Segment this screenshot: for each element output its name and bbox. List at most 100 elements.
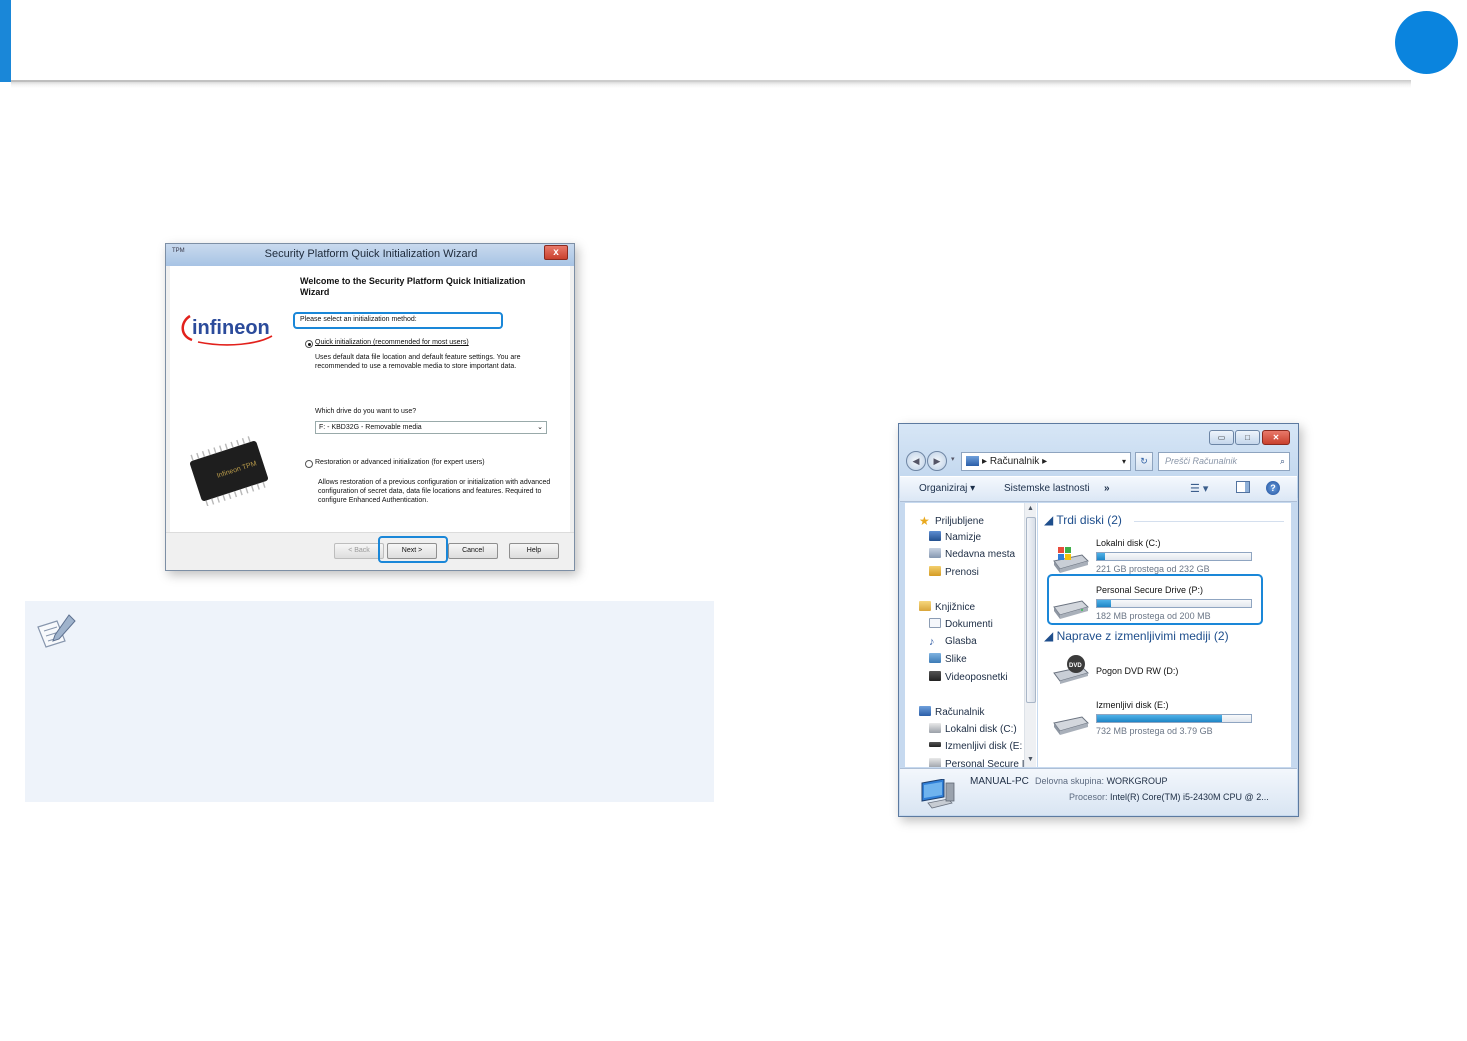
minimize-button[interactable]: ▭ — [1209, 430, 1234, 445]
nav-item-music[interactable]: ♪ Glasba — [929, 636, 977, 648]
header-rule-line — [11, 80, 1411, 82]
scroll-up-arrow-icon[interactable]: ▲ — [1027, 505, 1034, 512]
views-icon[interactable]: ☰ ▾ — [1190, 482, 1208, 495]
desktop-icon — [929, 531, 941, 541]
address-bar[interactable]: ▸ Računalnik ▸ ▾ — [961, 452, 1131, 471]
infineon-logo: infineon — [181, 314, 273, 346]
wizard-content: Welcome to the Security Platform Quick I… — [300, 276, 560, 504]
videos-icon — [929, 671, 941, 681]
hard-disk-icon — [929, 758, 941, 767]
computer-icon — [966, 456, 979, 467]
wizard-heading: Welcome to the Security Platform Quick I… — [300, 276, 526, 297]
nav-item-documents[interactable]: Dokumenti — [929, 618, 993, 630]
search-input[interactable]: Prešči Računalnik ⌕ — [1158, 452, 1290, 471]
advanced-init-description: Allows restoration of a previous configu… — [318, 479, 551, 504]
cancel-button[interactable]: Cancel — [448, 543, 498, 559]
navigation-pane: ★ Priljubljene Namizje Nedavna mesta Pren… — [905, 503, 1037, 767]
search-placeholder: Prešči Računalnik — [1165, 456, 1238, 466]
close-button[interactable]: ✕ — [1262, 430, 1290, 445]
drive-select-value: F: - KBD32G - Removable media — [319, 424, 422, 431]
nav-item-videos[interactable]: Videoposnetki — [929, 671, 1008, 683]
wizard-footer: < Back Next > Cancel Help — [166, 532, 574, 570]
forward-arrow-icon[interactable]: ▶ — [927, 451, 947, 471]
help-button[interactable]: Help — [509, 543, 559, 559]
group-removable[interactable]: ◢ Naprave z izmenljivimi mediji (2) — [1044, 629, 1229, 643]
system-properties-button[interactable]: Sistemske lastnosti — [1004, 483, 1090, 494]
svg-text:DVD: DVD — [1069, 663, 1082, 669]
nav-item-pictures[interactable]: Slike — [929, 653, 967, 665]
hard-disk-icon — [929, 723, 941, 733]
removable-disk-icon — [929, 742, 941, 747]
content-pane: ◢ Trdi diski (2) Lokalni disk (C:) 221 G… — [1038, 503, 1291, 767]
wizard-side-panel: infineon Infineon TPM — [170, 266, 284, 532]
wizard-title: Security Platform Quick Initialization W… — [264, 248, 478, 260]
nav-item-libraries[interactable]: Knjižnice — [919, 601, 975, 613]
refresh-icon[interactable]: ↻ — [1135, 452, 1153, 471]
nav-item-removable-e[interactable]: Izmenljivi disk (E: — [929, 741, 1022, 752]
nav-item-local-c[interactable]: Lokalni disk (C:) — [929, 723, 1017, 735]
history-dropdown-icon[interactable]: ▾ — [951, 455, 955, 463]
drive-usage-bar-e — [1096, 714, 1252, 723]
note-pencil-icon — [37, 614, 76, 648]
star-icon: ★ — [919, 514, 930, 528]
page-marker-circle — [1395, 11, 1458, 74]
documents-icon — [929, 618, 941, 628]
back-arrow-icon[interactable]: ◀ — [906, 451, 926, 471]
nav-item-desktop[interactable]: Namizje — [929, 531, 981, 543]
scroll-down-arrow-icon[interactable]: ▼ — [1027, 756, 1034, 763]
more-commands-button[interactable]: » — [1104, 483, 1110, 494]
infineon-logo-text: infineon — [192, 317, 270, 339]
back-button[interactable]: < Back — [334, 543, 384, 559]
maximize-button[interactable]: □ — [1235, 430, 1260, 445]
tpm-app-icon: TPM — [172, 248, 185, 254]
windows-drive-icon — [1053, 547, 1089, 573]
nav-scrollbar-thumb[interactable] — [1026, 517, 1036, 703]
address-dropdown-icon[interactable]: ▾ — [1122, 453, 1126, 470]
downloads-icon — [929, 566, 941, 576]
organize-menu[interactable]: Organiziraj ▾ — [919, 483, 975, 494]
drive-select[interactable]: F: - KBD32G - Removable media ⌄ — [315, 421, 547, 434]
help-icon[interactable]: ? — [1266, 481, 1280, 495]
drive-name-c[interactable]: Lokalni disk (C:) — [1096, 538, 1161, 548]
drive-name-e[interactable]: Izmenljivi disk (E:) — [1096, 700, 1169, 710]
nav-item-downloads[interactable]: Prenosi — [929, 566, 979, 578]
preview-pane-icon[interactable] — [1236, 481, 1250, 493]
processor-line: Procesor: Intel(R) Core(TM) i5-2430M CPU… — [1069, 792, 1269, 802]
music-icon: ♪ — [929, 636, 935, 648]
drive-usage-fill — [1097, 553, 1105, 560]
wizard-titlebar[interactable]: TPM Security Platform Quick Initializati… — [166, 244, 574, 266]
nav-item-recent[interactable]: Nedavna mesta — [929, 548, 1015, 560]
advanced-init-radio[interactable] — [305, 460, 313, 468]
wizard-body: infineon Infineon TPM Welcome to the Sec… — [170, 266, 570, 532]
nav-item-personal-secure[interactable]: Personal Secure I — [929, 758, 1025, 767]
quick-init-description: Uses default data file location and defa… — [315, 354, 521, 370]
wizard-window: TPM Security Platform Quick Initializati… — [165, 243, 575, 571]
computer-icon — [919, 706, 931, 716]
group-divider — [1134, 521, 1284, 522]
tpm-chip-image: Infineon TPM — [190, 436, 268, 506]
wizard-close-button[interactable]: x — [544, 245, 568, 260]
search-icon[interactable]: ⌕ — [1280, 453, 1285, 470]
explorer-window: ▭ □ ✕ ◀ ▶ ▾ ▸ Računalnik ▸ ▾ ↻ Prešči Ra… — [898, 423, 1299, 817]
drive-usage-bar-c — [1096, 552, 1252, 561]
note-box — [25, 601, 714, 802]
recent-places-icon — [929, 548, 941, 558]
quick-init-label[interactable]: Quick initialization (recommended for mo… — [315, 339, 469, 346]
computer-name: MANUAL-PC — [970, 776, 1029, 787]
group-hard-disks[interactable]: ◢ Trdi diski (2) — [1044, 513, 1122, 527]
drive-name-d[interactable]: Pogon DVD RW (D:) — [1096, 666, 1178, 676]
removable-drive-icon — [1053, 716, 1089, 735]
nav-scrollbar[interactable]: ▲ ▼ — [1024, 503, 1036, 767]
command-bar: Organiziraj ▾ Sistemske lastnosti » ☰ ▾ … — [900, 476, 1297, 502]
header-accent-bar — [0, 0, 11, 82]
nav-item-favorites[interactable]: ★ Priljubljene — [919, 514, 984, 528]
pictures-icon — [929, 653, 941, 663]
advanced-init-label[interactable]: Restoration or advanced initialization (… — [315, 459, 485, 466]
libraries-icon — [919, 601, 931, 611]
address-text: Računalnik — [989, 456, 1040, 467]
quick-init-radio[interactable] — [305, 340, 313, 348]
nav-item-computer[interactable]: Računalnik — [919, 706, 984, 718]
dvd-drive-icon: DVD — [1053, 655, 1089, 684]
drive-question-label: Which drive do you want to use? — [315, 408, 417, 415]
personal-secure-drive-highlight — [1047, 574, 1263, 625]
